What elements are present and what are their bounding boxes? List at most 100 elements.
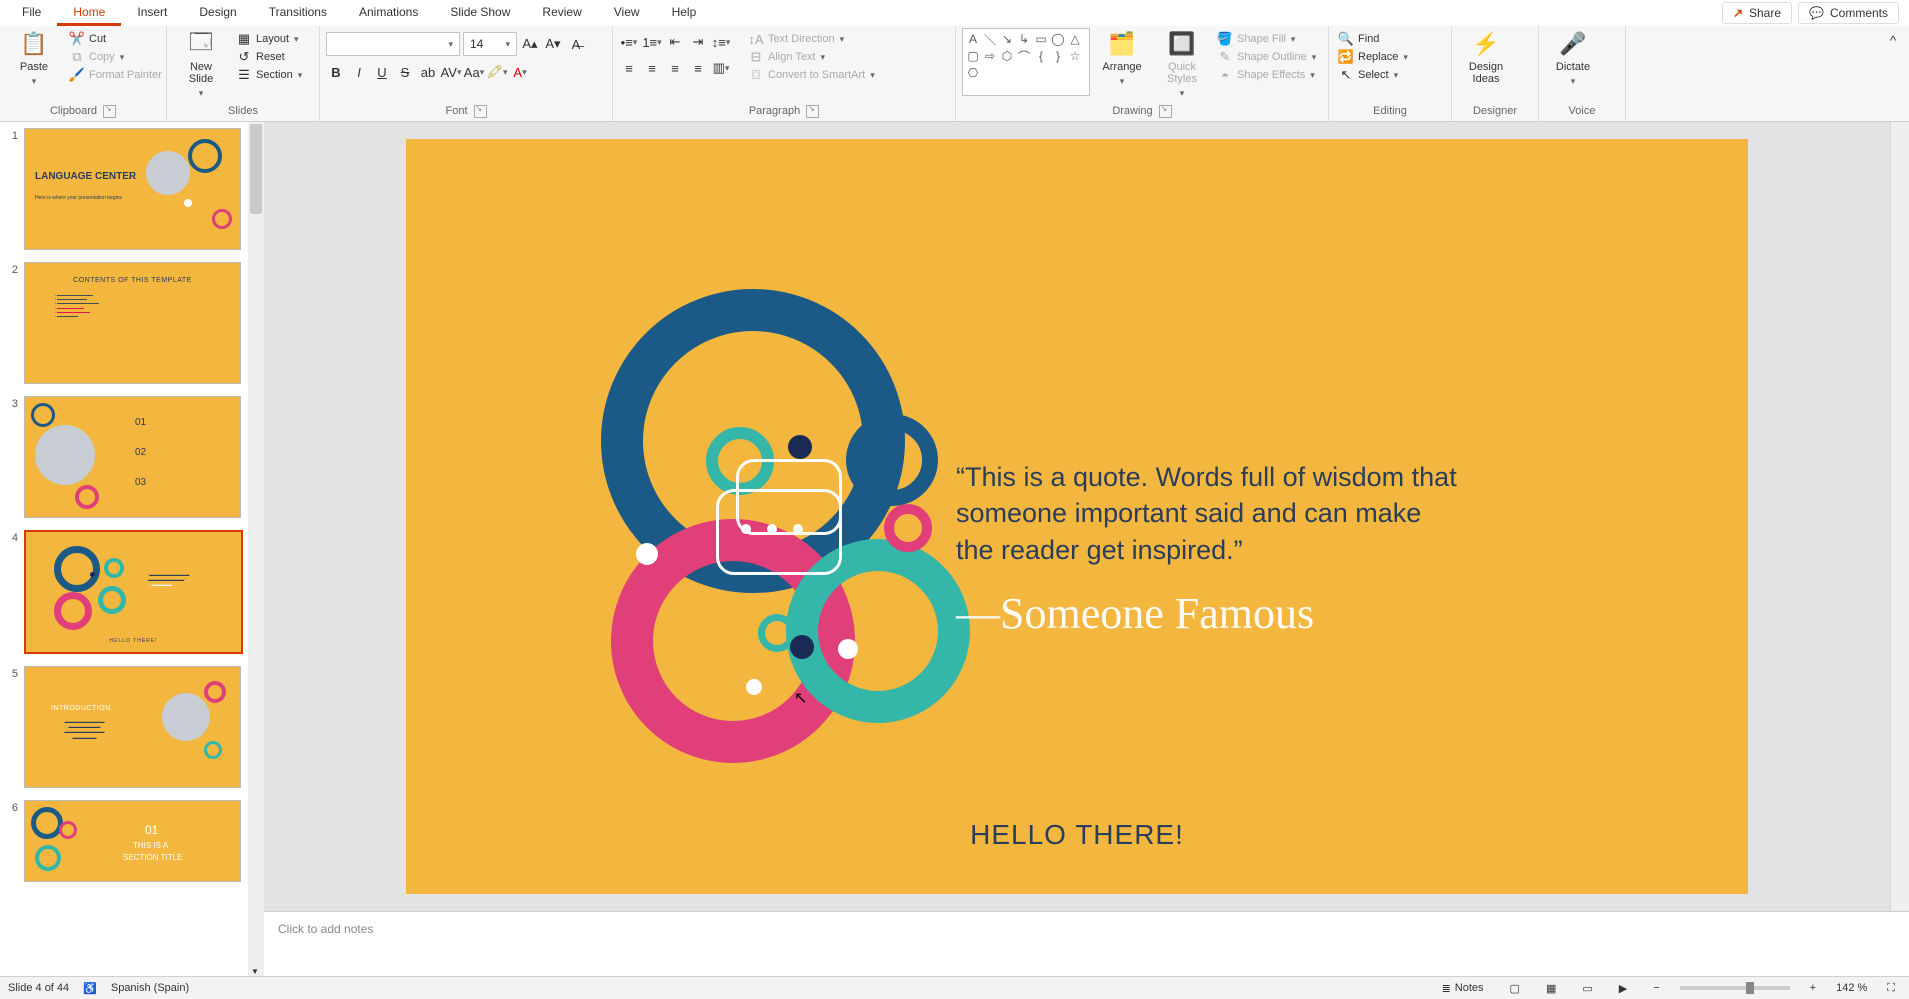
select-button[interactable]: ↖Select ▾ <box>1335 67 1412 83</box>
thumbnail-slide-2[interactable]: CONTENTS OF THIS TEMPLATE • ▬▬▬▬▬▬▬▬▬▬▬▬… <box>24 262 241 384</box>
menu-tab-insert[interactable]: Insert <box>121 1 183 26</box>
font-size-combo[interactable]: 14▾ <box>463 32 517 56</box>
menu-tab-review[interactable]: Review <box>526 1 597 26</box>
font-dialog-launcher[interactable] <box>474 105 487 118</box>
a11y-icon[interactable]: ♿ <box>83 982 97 995</box>
dictate-button[interactable]: 🎤 Dictate▾ <box>1545 28 1601 89</box>
view-sorter-button[interactable]: ▦ <box>1540 982 1562 995</box>
new-slide-button[interactable]: 🗔 New Slide ▾ <box>173 28 229 101</box>
font-family-combo[interactable]: ▾ <box>326 32 460 56</box>
increase-indent-button[interactable]: ⇥ <box>688 32 708 52</box>
thumbnail-slide-4[interactable]: "▬▬▬▬▬▬▬▬▬▬▬▬▬▬▬▬▬▬▬"—▬▬▬▬▬ HELLO THERE! <box>24 530 243 654</box>
notes-toggle[interactable]: ≣ Notes <box>1436 982 1490 995</box>
menu-tab-transitions[interactable]: Transitions <box>253 1 343 26</box>
ribbon: 📋 Paste ▾ ✂️Cut ⧉Copy ▾ 🖌️Format Painter… <box>0 26 1909 122</box>
highlight-button[interactable]: 🖍▾ <box>487 62 507 82</box>
menu-tab-design[interactable]: Design <box>183 1 252 26</box>
arrange-button[interactable]: 🗂️ Arrange▾ <box>1094 28 1150 89</box>
view-reading-button[interactable]: ▭ <box>1576 982 1598 995</box>
editor-scrollbar[interactable] <box>1890 122 1909 911</box>
collapse-ribbon-button[interactable]: ^ <box>1883 30 1903 50</box>
justify-button[interactable]: ≡ <box>688 58 708 78</box>
paste-button[interactable]: 📋 Paste ▾ <box>6 28 62 89</box>
bullets-button[interactable]: •≡▾ <box>619 32 639 52</box>
paragraph-dialog-launcher[interactable] <box>806 105 819 118</box>
shape-effects-button[interactable]: ◓Shape Effects ▾ <box>1214 67 1320 83</box>
menu-tab-view[interactable]: View <box>598 1 656 26</box>
slide-canvas[interactable]: “This is a quote. Words full of wisdom t… <box>406 139 1748 894</box>
shapes-gallery[interactable]: A ＼ ↘ ↳ ▭ ◯ △ ▢ ⇨ ⬡ ⌒ { } ☆ ⎔ <box>962 28 1090 96</box>
menu-tab-file[interactable]: File <box>6 1 57 26</box>
decor-dot-navy-2 <box>790 635 814 659</box>
cut-button[interactable]: ✂️Cut <box>66 31 166 47</box>
scroll-handle[interactable] <box>250 124 262 214</box>
layout-button[interactable]: ▦Layout ▾ <box>233 31 306 47</box>
menu-tab-animations[interactable]: Animations <box>343 1 434 26</box>
language-indicator[interactable]: Spanish (Spain) <box>111 982 189 994</box>
shape-arrow-icon: ↘ <box>1000 32 1014 46</box>
thumbnail-slide-6[interactable]: 01 THIS IS A SECTION TITLE <box>24 800 241 882</box>
comments-button[interactable]: Comments <box>1798 2 1899 24</box>
thumbnail-slide-3[interactable]: 01 02 03 <box>24 396 241 518</box>
drawing-dialog-launcher[interactable] <box>1159 105 1172 118</box>
find-button[interactable]: 🔍Find <box>1335 31 1412 47</box>
columns-button[interactable]: ▥▾ <box>711 58 731 78</box>
reset-button[interactable]: ↺Reset <box>233 49 306 65</box>
section-button[interactable]: ☰Section ▾ <box>233 67 306 83</box>
font-color-button[interactable]: A▾ <box>510 62 530 82</box>
zoom-slider-handle[interactable] <box>1746 982 1754 994</box>
notes-input[interactable]: Click to add notes <box>264 911 1909 976</box>
cursor-icon: ↖ <box>1339 68 1353 82</box>
menu-tab-slideshow[interactable]: Slide Show <box>434 1 526 26</box>
menu-tab-help[interactable]: Help <box>656 1 713 26</box>
thumbnail-slide-1[interactable]: LANGUAGE CENTER Here is where your prese… <box>24 128 241 250</box>
zoom-value[interactable]: 142 % <box>1836 982 1867 994</box>
thumbnails-scrollbar[interactable]: ▲ ▼ <box>248 122 264 976</box>
convert-smartart-button[interactable]: ⌼Convert to SmartArt ▾ <box>745 67 879 83</box>
character-spacing-button[interactable]: AV▾ <box>441 62 461 82</box>
group-label-slides: Slides <box>228 105 258 117</box>
replace-button[interactable]: 🔁Replace ▾ <box>1335 49 1412 65</box>
view-slideshow-button[interactable]: ▶ <box>1613 982 1633 995</box>
zoom-out-button[interactable]: − <box>1647 982 1665 994</box>
fit-window-button[interactable]: ⛶ <box>1881 982 1901 995</box>
view-normal-button[interactable]: ▢ <box>1504 982 1526 995</box>
text-shadow-button[interactable]: ab <box>418 62 438 82</box>
shape-effects-label: Shape Effects <box>1237 69 1305 81</box>
brush-icon: 🖌️ <box>70 68 84 82</box>
zoom-in-button[interactable]: + <box>1804 982 1822 994</box>
shape-fill-button[interactable]: 🪣Shape Fill ▾ <box>1214 31 1320 47</box>
bold-button[interactable]: B <box>326 62 346 82</box>
search-icon: 🔍 <box>1339 32 1353 46</box>
shape-outline-button[interactable]: ✎Shape Outline ▾ <box>1214 49 1320 65</box>
increase-font-button[interactable]: A▴ <box>520 34 540 54</box>
thumbnail-slide-5[interactable]: INTRODUCTION ▬▬▬▬▬▬▬▬▬▬▬▬▬▬▬▬▬▬▬▬▬▬▬▬▬▬▬… <box>24 666 241 788</box>
zoom-slider[interactable] <box>1680 986 1790 990</box>
quick-styles-button[interactable]: 🔲 Quick Styles▾ <box>1154 28 1210 101</box>
change-case-button[interactable]: Aa▾ <box>464 62 484 82</box>
underline-button[interactable]: U <box>372 62 392 82</box>
design-ideas-button[interactable]: ⚡ Design Ideas <box>1458 28 1514 87</box>
align-center-button[interactable]: ≡ <box>642 58 662 78</box>
format-painter-button[interactable]: 🖌️Format Painter <box>66 67 166 83</box>
italic-button[interactable]: I <box>349 62 369 82</box>
numbering-button[interactable]: 1≡▾ <box>642 32 662 52</box>
thumbnails-panel: 1 LANGUAGE CENTER Here is where your pre… <box>0 122 264 976</box>
clipboard-dialog-launcher[interactable] <box>103 105 116 118</box>
bucket-icon: 🪣 <box>1218 32 1232 46</box>
share-button[interactable]: Share <box>1722 2 1792 24</box>
decrease-indent-button[interactable]: ⇤ <box>665 32 685 52</box>
copy-label: Copy <box>89 51 115 63</box>
thumb1-sub: Here is where your presentation begins <box>35 195 122 201</box>
menu-tab-home[interactable]: Home <box>57 1 121 26</box>
align-text-button[interactable]: ⊟Align Text ▾ <box>745 49 879 65</box>
strikethrough-button[interactable]: S <box>395 62 415 82</box>
text-direction-button[interactable]: ↕AText Direction ▾ <box>745 31 879 47</box>
align-right-button[interactable]: ≡ <box>665 58 685 78</box>
line-spacing-button[interactable]: ↕≡▾ <box>711 32 731 52</box>
shape-oval-icon: ◯ <box>1051 32 1065 46</box>
decrease-font-button[interactable]: A▾ <box>543 34 563 54</box>
align-left-button[interactable]: ≡ <box>619 58 639 78</box>
clear-formatting-button[interactable]: A̶ <box>566 34 586 54</box>
copy-button[interactable]: ⧉Copy ▾ <box>66 49 166 65</box>
